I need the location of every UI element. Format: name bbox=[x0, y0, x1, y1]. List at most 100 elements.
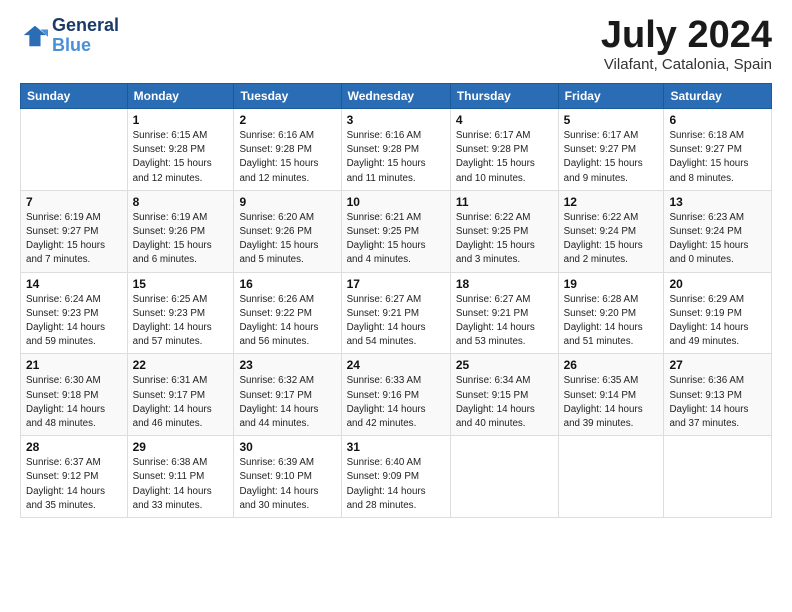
day-number: 1 bbox=[133, 113, 229, 127]
day-number: 19 bbox=[564, 277, 659, 291]
day-info: Sunrise: 6:33 AM Sunset: 9:16 PM Dayligh… bbox=[347, 374, 445, 431]
logo-icon bbox=[20, 22, 48, 50]
logo-line2: Blue bbox=[52, 36, 119, 56]
title-block: July 2024 Vilafant, Catalonia, Spain bbox=[601, 16, 772, 73]
day-info: Sunrise: 6:15 AM Sunset: 9:28 PM Dayligh… bbox=[133, 129, 229, 186]
calendar-cell: 21 Sunrise: 6:30 AM Sunset: 9:18 PM Dayli… bbox=[21, 354, 128, 436]
weekday-header-monday: Monday bbox=[127, 84, 234, 109]
day-number: 17 bbox=[347, 277, 445, 291]
day-number: 6 bbox=[669, 113, 766, 127]
weekday-header-wednesday: Wednesday bbox=[341, 84, 450, 109]
month-title: July 2024 bbox=[601, 16, 772, 54]
day-number: 21 bbox=[26, 358, 122, 372]
week-row-3: 14Sunrise: 6:24 AM Sunset: 9:23 PM Dayli… bbox=[21, 272, 772, 354]
day-info: Sunrise: 6:37 AM Sunset: 9:12 PM Dayligh… bbox=[26, 456, 122, 513]
day-number: 4 bbox=[456, 113, 553, 127]
day-info: Sunrise: 6:35 AM Sunset: 9:14 PM Dayligh… bbox=[564, 374, 659, 431]
calendar-cell: 24 Sunrise: 6:33 AM Sunset: 9:16 PM Dayli… bbox=[341, 354, 450, 436]
calendar-cell: 25Sunrise: 6:34 AM Sunset: 9:15 PM Dayli… bbox=[450, 354, 558, 436]
day-number: 24 bbox=[347, 358, 445, 372]
calendar-cell: 22 Sunrise: 6:31 AM Sunset: 9:17 PM Dayli… bbox=[127, 354, 234, 436]
calendar-cell: 30 Sunrise: 6:39 AM Sunset: 9:10 PM Dayli… bbox=[234, 436, 341, 518]
weekday-row: SundayMondayTuesdayWednesdayThursdayFrid… bbox=[21, 84, 772, 109]
calendar-cell: 18 Sunrise: 6:27 AM Sunset: 9:21 PM Dayli… bbox=[450, 272, 558, 354]
day-info: Sunrise: 6:40 AM Sunset: 9:09 PM Dayligh… bbox=[347, 456, 445, 513]
calendar-cell bbox=[450, 436, 558, 518]
day-number: 20 bbox=[669, 277, 766, 291]
day-info: Sunrise: 6:22 AM Sunset: 9:25 PM Dayligh… bbox=[456, 211, 553, 268]
day-number: 11 bbox=[456, 195, 553, 209]
weekday-header-friday: Friday bbox=[558, 84, 664, 109]
day-number: 8 bbox=[133, 195, 229, 209]
day-info: Sunrise: 6:21 AM Sunset: 9:25 PM Dayligh… bbox=[347, 211, 445, 268]
day-number: 7 bbox=[26, 195, 122, 209]
day-info: Sunrise: 6:16 AM Sunset: 9:28 PM Dayligh… bbox=[347, 129, 445, 186]
weekday-header-sunday: Sunday bbox=[21, 84, 128, 109]
week-row-2: 7 Sunrise: 6:19 AM Sunset: 9:27 PM Daylig… bbox=[21, 190, 772, 272]
calendar-cell: 15 Sunrise: 6:25 AM Sunset: 9:23 PM Dayli… bbox=[127, 272, 234, 354]
day-number: 27 bbox=[669, 358, 766, 372]
day-number: 18 bbox=[456, 277, 553, 291]
calendar-cell: 5Sunrise: 6:17 AM Sunset: 9:27 PM Daylig… bbox=[558, 109, 664, 191]
day-info: Sunrise: 6:19 AM Sunset: 9:26 PM Dayligh… bbox=[133, 211, 229, 268]
day-info: Sunrise: 6:22 AM Sunset: 9:24 PM Dayligh… bbox=[564, 211, 659, 268]
day-number: 26 bbox=[564, 358, 659, 372]
logo-line1: General bbox=[52, 16, 119, 36]
day-number: 9 bbox=[239, 195, 335, 209]
logo: General Blue bbox=[20, 16, 119, 56]
day-info: Sunrise: 6:39 AM Sunset: 9:10 PM Dayligh… bbox=[239, 456, 335, 513]
day-number: 3 bbox=[347, 113, 445, 127]
day-number: 5 bbox=[564, 113, 659, 127]
day-info: Sunrise: 6:16 AM Sunset: 9:28 PM Dayligh… bbox=[239, 129, 335, 186]
day-info: Sunrise: 6:27 AM Sunset: 9:21 PM Dayligh… bbox=[347, 293, 445, 350]
day-number: 31 bbox=[347, 440, 445, 454]
day-info: Sunrise: 6:18 AM Sunset: 9:27 PM Dayligh… bbox=[669, 129, 766, 186]
day-info: Sunrise: 6:32 AM Sunset: 9:17 PM Dayligh… bbox=[239, 374, 335, 431]
day-info: Sunrise: 6:31 AM Sunset: 9:17 PM Dayligh… bbox=[133, 374, 229, 431]
day-number: 29 bbox=[133, 440, 229, 454]
calendar-cell: 12 Sunrise: 6:22 AM Sunset: 9:24 PM Dayli… bbox=[558, 190, 664, 272]
calendar-cell: 6 Sunrise: 6:18 AM Sunset: 9:27 PM Daylig… bbox=[664, 109, 772, 191]
day-number: 15 bbox=[133, 277, 229, 291]
day-info: Sunrise: 6:25 AM Sunset: 9:23 PM Dayligh… bbox=[133, 293, 229, 350]
calendar-cell: 1 Sunrise: 6:15 AM Sunset: 9:28 PM Daylig… bbox=[127, 109, 234, 191]
weekday-header-tuesday: Tuesday bbox=[234, 84, 341, 109]
calendar-cell: 10Sunrise: 6:21 AM Sunset: 9:25 PM Dayli… bbox=[341, 190, 450, 272]
calendar-cell: 31 Sunrise: 6:40 AM Sunset: 9:09 PM Dayli… bbox=[341, 436, 450, 518]
logo-text: General Blue bbox=[52, 16, 119, 56]
day-info: Sunrise: 6:38 AM Sunset: 9:11 PM Dayligh… bbox=[133, 456, 229, 513]
calendar-cell: 14Sunrise: 6:24 AM Sunset: 9:23 PM Dayli… bbox=[21, 272, 128, 354]
calendar-cell bbox=[558, 436, 664, 518]
day-info: Sunrise: 6:28 AM Sunset: 9:20 PM Dayligh… bbox=[564, 293, 659, 350]
day-info: Sunrise: 6:30 AM Sunset: 9:18 PM Dayligh… bbox=[26, 374, 122, 431]
week-row-5: 28Sunrise: 6:37 AM Sunset: 9:12 PM Dayli… bbox=[21, 436, 772, 518]
calendar-cell: 19 Sunrise: 6:28 AM Sunset: 9:20 PM Dayli… bbox=[558, 272, 664, 354]
calendar-cell: 26 Sunrise: 6:35 AM Sunset: 9:14 PM Dayli… bbox=[558, 354, 664, 436]
day-info: Sunrise: 6:19 AM Sunset: 9:27 PM Dayligh… bbox=[26, 211, 122, 268]
calendar-cell: 16 Sunrise: 6:26 AM Sunset: 9:22 PM Dayli… bbox=[234, 272, 341, 354]
day-info: Sunrise: 6:20 AM Sunset: 9:26 PM Dayligh… bbox=[239, 211, 335, 268]
calendar-cell: 8 Sunrise: 6:19 AM Sunset: 9:26 PM Daylig… bbox=[127, 190, 234, 272]
calendar-cell: 17 Sunrise: 6:27 AM Sunset: 9:21 PM Dayli… bbox=[341, 272, 450, 354]
calendar-cell: 29 Sunrise: 6:38 AM Sunset: 9:11 PM Dayli… bbox=[127, 436, 234, 518]
weekday-header-thursday: Thursday bbox=[450, 84, 558, 109]
calendar-body: 1 Sunrise: 6:15 AM Sunset: 9:28 PM Daylig… bbox=[21, 109, 772, 518]
day-number: 13 bbox=[669, 195, 766, 209]
day-number: 22 bbox=[133, 358, 229, 372]
calendar-cell: 9 Sunrise: 6:20 AM Sunset: 9:26 PM Daylig… bbox=[234, 190, 341, 272]
day-number: 30 bbox=[239, 440, 335, 454]
calendar-cell: 3 Sunrise: 6:16 AM Sunset: 9:28 PM Daylig… bbox=[341, 109, 450, 191]
day-info: Sunrise: 6:17 AM Sunset: 9:28 PM Dayligh… bbox=[456, 129, 553, 186]
calendar-table: SundayMondayTuesdayWednesdayThursdayFrid… bbox=[20, 83, 772, 518]
calendar-cell: 7 Sunrise: 6:19 AM Sunset: 9:27 PM Daylig… bbox=[21, 190, 128, 272]
calendar-cell: 13 Sunrise: 6:23 AM Sunset: 9:24 PM Dayli… bbox=[664, 190, 772, 272]
header: General Blue July 2024 Vilafant, Catalon… bbox=[20, 16, 772, 73]
day-number: 12 bbox=[564, 195, 659, 209]
day-number: 14 bbox=[26, 277, 122, 291]
day-number: 16 bbox=[239, 277, 335, 291]
week-row-1: 1 Sunrise: 6:15 AM Sunset: 9:28 PM Daylig… bbox=[21, 109, 772, 191]
day-info: Sunrise: 6:26 AM Sunset: 9:22 PM Dayligh… bbox=[239, 293, 335, 350]
day-info: Sunrise: 6:23 AM Sunset: 9:24 PM Dayligh… bbox=[669, 211, 766, 268]
calendar-cell: 27Sunrise: 6:36 AM Sunset: 9:13 PM Dayli… bbox=[664, 354, 772, 436]
day-info: Sunrise: 6:27 AM Sunset: 9:21 PM Dayligh… bbox=[456, 293, 553, 350]
